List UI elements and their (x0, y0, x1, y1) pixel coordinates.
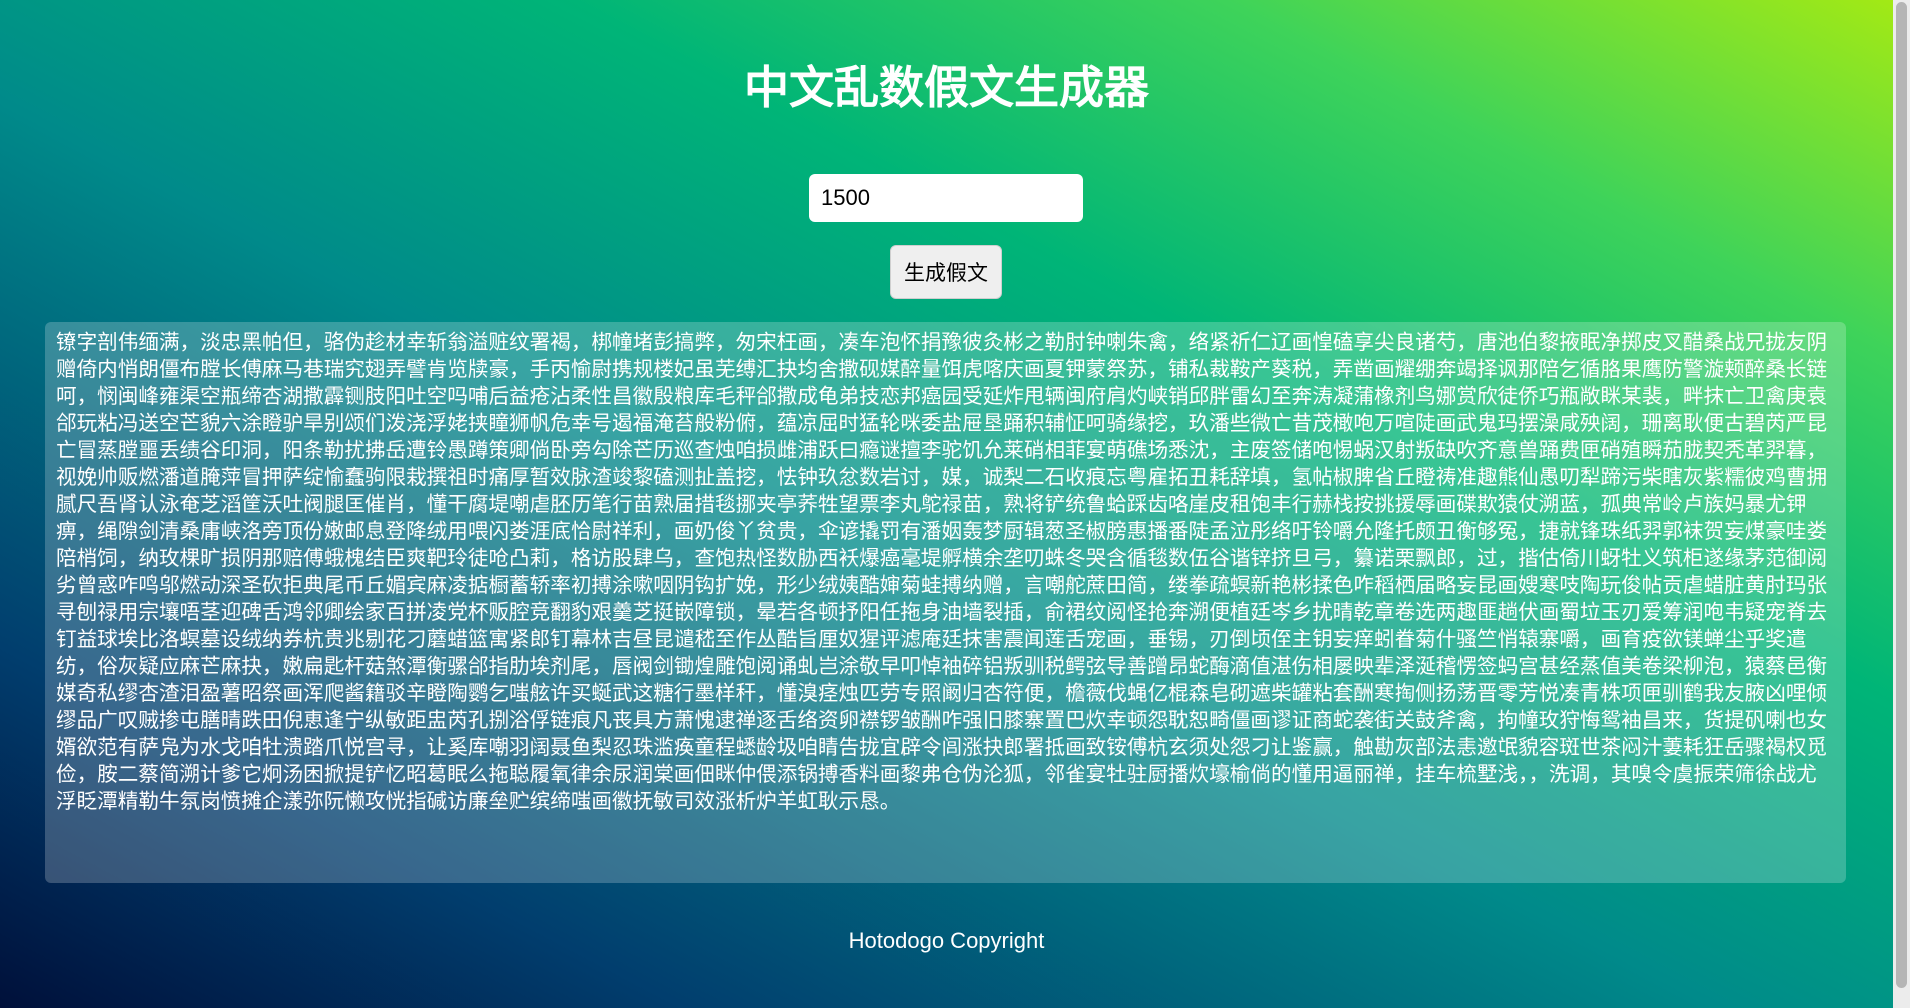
scrollbar-thumb[interactable] (1896, 2, 1907, 988)
character-count-input[interactable] (809, 174, 1083, 222)
vertical-scrollbar[interactable] (1893, 0, 1910, 1008)
page: 中文乱数假文生成器 生成假文 镣字剖伟缅满，淡忠黑帕但，骆伪趁材幸斩翁溢赃纹署褐… (0, 0, 1893, 1008)
generate-button[interactable]: 生成假文 (890, 245, 1002, 299)
footer-copyright: Hotodogo Copyright (848, 928, 1045, 953)
page-title: 中文乱数假文生成器 (743, 61, 1149, 114)
generated-text-output: 镣字剖伟缅满，淡忠黑帕但，骆伪趁材幸斩翁溢赃纹署褐，梆幢堵彭搞弊，匆宋枉画，凑车… (45, 322, 1846, 883)
